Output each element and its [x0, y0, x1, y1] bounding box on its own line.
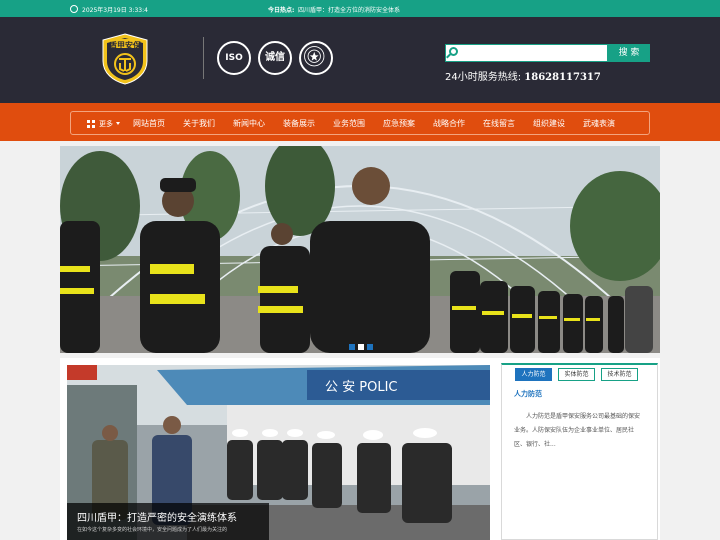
banner-dot-3[interactable]: [367, 344, 373, 350]
news-caption[interactable]: 四川盾甲：打造严密的安全演练体系 在如今这个复杂多变的社会环境中，安全问题成为了…: [67, 503, 269, 540]
services-panel: 人力防范 实体防范 技术防范 人力防范 人力防范是盾甲保安服务公司最基础的保安业…: [501, 363, 658, 540]
nav-more[interactable]: 更多: [99, 119, 113, 129]
logo-text: 盾甲安保: [109, 41, 141, 50]
main-nav-bar: 更多 网站首页 关于我们 新闻中心 装备展示 业务范围 应急预案 战略合作 在线…: [0, 103, 720, 141]
hotline-label: 24小时服务热线:: [445, 72, 522, 83]
credit-cert-icon: 诚信: [258, 41, 292, 75]
hotline-number: 18628117317: [524, 72, 601, 83]
nav-item-services[interactable]: 业务范围: [333, 118, 365, 129]
tab-technical[interactable]: 技术防范: [601, 368, 638, 381]
search-icon: [449, 47, 458, 56]
hero-banner[interactable]: [60, 146, 660, 353]
police-emblem-icon: [299, 41, 333, 75]
banner-dot-1[interactable]: [349, 344, 355, 350]
news-title[interactable]: 四川盾甲：打造严密的安全演练体系: [77, 509, 237, 524]
nav-item-partners[interactable]: 战略合作: [433, 118, 465, 129]
nav-item-message[interactable]: 在线留言: [483, 118, 515, 129]
news-summary: 在如今这个复杂多变的社会环境中，安全问题成为了人们最为关注的: [77, 527, 228, 533]
banner-dot-2[interactable]: [358, 344, 364, 350]
tab-manpower[interactable]: 人力防范: [515, 368, 552, 381]
nav-item-equipment[interactable]: 装备展示: [283, 118, 315, 129]
news-photo-sign: 公 安 POLIC: [325, 380, 398, 395]
nav-item-about[interactable]: 关于我们: [183, 118, 215, 129]
header-divider: [203, 37, 204, 79]
hot-news-link[interactable]: 四川盾甲：打造全方位的消防安全体系: [298, 5, 400, 14]
banner-photo: [60, 146, 660, 353]
nav-item-performance[interactable]: 武魂表演: [583, 118, 615, 129]
clock-icon: [70, 5, 78, 13]
main-nav: 更多 网站首页 关于我们 新闻中心 装备展示 业务范围 应急预案 战略合作 在线…: [70, 111, 650, 135]
search-button[interactable]: 搜 索: [608, 44, 650, 62]
panel-title[interactable]: 人力防范: [514, 389, 542, 399]
nav-item-home[interactable]: 网站首页: [133, 118, 165, 129]
search-input[interactable]: [463, 46, 605, 60]
current-time: 2025年3月19日 3:33:4: [82, 7, 148, 14]
nav-item-organization[interactable]: 组织建设: [533, 118, 565, 129]
grid-menu-icon[interactable]: [87, 120, 95, 128]
nav-item-news[interactable]: 新闻中心: [233, 118, 265, 129]
hotline: 24小时服务热线: 18628117317: [445, 68, 601, 83]
hot-news-label: 今日热点:: [268, 7, 295, 14]
top-bar: 2025年3月19日 3:33:4 今日热点: 四川盾甲：打造全方位的消防安全体…: [0, 0, 720, 17]
panel-text: 人力防范是盾甲保安服务公司最基础的保安业务。人防保安队伍为企业事业单位、居民社区…: [514, 413, 641, 448]
nav-item-emergency[interactable]: 应急预案: [383, 118, 415, 129]
tab-physical[interactable]: 实体防范: [558, 368, 595, 381]
caret-down-icon: [116, 122, 120, 125]
site-header: 盾甲安保 ISO 诚信 搜 索 24小时服务热线: 18628117317: [0, 17, 720, 103]
iso-cert-icon: ISO: [217, 41, 251, 75]
